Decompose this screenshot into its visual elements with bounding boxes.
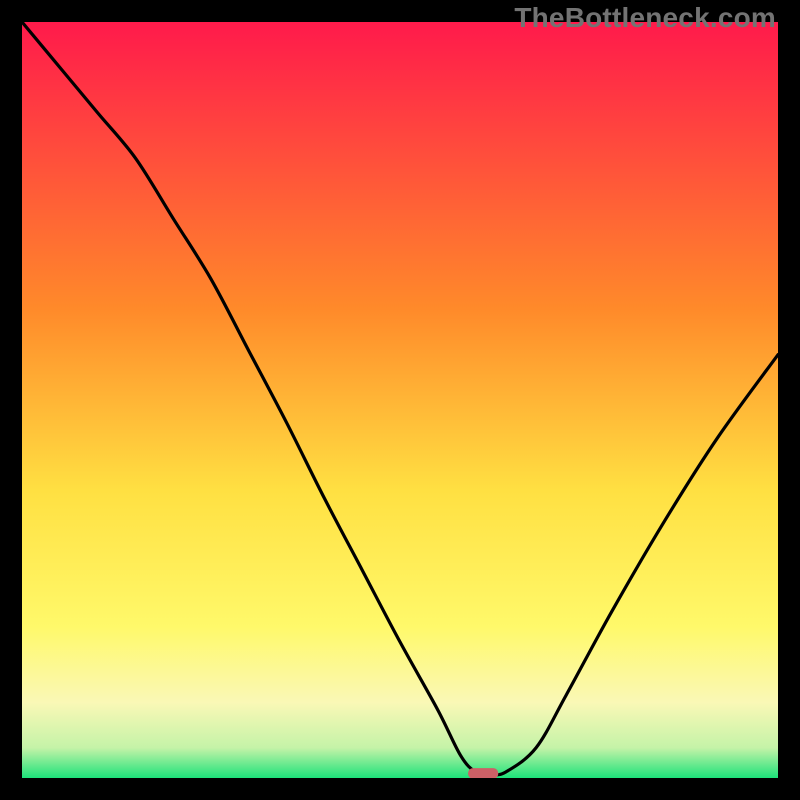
chart-frame: TheBottleneck.com [0, 0, 800, 800]
chart-plot-area [22, 22, 778, 778]
watermark-text: TheBottleneck.com [514, 2, 776, 34]
chart-background-gradient [22, 22, 778, 778]
optimal-marker [468, 768, 498, 778]
chart-svg [22, 22, 778, 778]
